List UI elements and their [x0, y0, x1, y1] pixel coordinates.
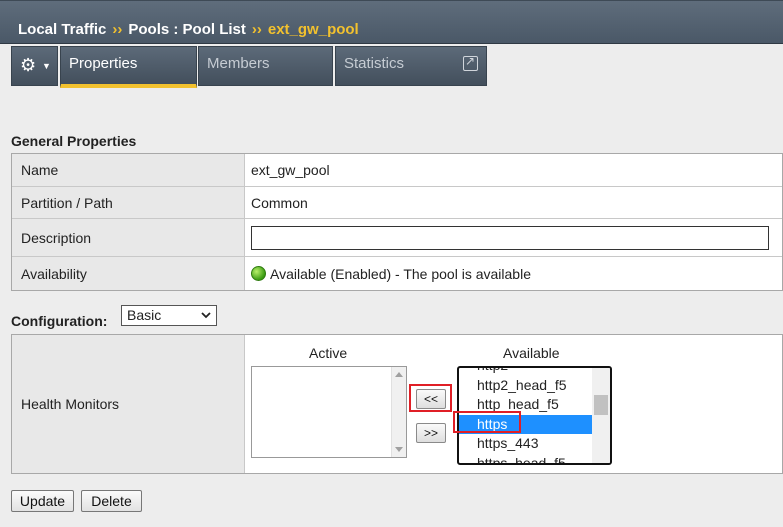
- partition-label: Partition / Path: [12, 187, 245, 218]
- scroll-up-icon[interactable]: [395, 372, 403, 377]
- chevron-down-icon: [201, 312, 211, 319]
- list-item[interactable]: http2_head_f5: [459, 376, 592, 396]
- breadcrumb-local-traffic[interactable]: Local Traffic: [18, 21, 106, 38]
- partition-value: Common: [251, 194, 308, 211]
- general-properties-heading: General Properties: [11, 133, 137, 149]
- title-bar: Local Traffic ›› Pools : Pool List ›› ext_gw…: [0, 0, 783, 44]
- scroll-thumb[interactable]: [594, 395, 608, 415]
- configuration-label: Configuration:: [11, 313, 108, 329]
- move-right-button[interactable]: >>: [416, 423, 446, 443]
- breadcrumb-pool-list[interactable]: Pools : Pool List: [128, 21, 246, 38]
- table-row: Description: [12, 219, 782, 257]
- active-monitors-list[interactable]: [251, 366, 407, 458]
- table-row: Partition / Path Common: [12, 187, 782, 219]
- tab-label: Properties: [69, 55, 138, 72]
- health-monitors-label: Health Monitors: [12, 335, 245, 473]
- scrollbar[interactable]: [592, 368, 610, 463]
- breadcrumb-current-pool: ext_gw_pool: [267, 21, 359, 38]
- scroll-down-icon[interactable]: [395, 447, 403, 452]
- availability-cell: Available (Enabled) - The pool is availa…: [245, 257, 782, 290]
- name-value: ext_gw_pool: [251, 162, 330, 178]
- breadcrumb-separator: ››: [112, 21, 123, 38]
- tab-label: Members: [207, 55, 270, 72]
- delete-button[interactable]: Delete: [81, 490, 142, 512]
- configuration-selected-value: Basic: [127, 307, 162, 323]
- active-heading: Active: [309, 345, 348, 361]
- scrollbar[interactable]: [391, 367, 406, 457]
- general-properties-table: Name ext_gw_pool Partition / Path Common…: [11, 153, 783, 291]
- description-label: Description: [12, 219, 245, 256]
- table-row: Name ext_gw_pool: [12, 154, 782, 187]
- available-heading: Available: [503, 345, 560, 361]
- highlight-box: [453, 411, 521, 433]
- description-cell: [245, 219, 782, 256]
- breadcrumb: Local Traffic ›› Pools : Pool List ›› ext_gw…: [18, 21, 359, 38]
- tab-members[interactable]: Members: [198, 46, 333, 86]
- tab-properties[interactable]: Properties: [60, 46, 197, 88]
- breadcrumb-separator: ››: [251, 21, 262, 38]
- list-item[interactable]: http2: [459, 368, 592, 376]
- name-label: Name: [12, 154, 245, 186]
- status-available-icon: [251, 266, 266, 281]
- health-monitors-cell: Active Available << >> http2 http2_head_…: [245, 335, 782, 473]
- gear-menu-button[interactable]: ⚙ ▼: [11, 46, 58, 86]
- tab-statistics[interactable]: Statistics: [335, 46, 487, 86]
- tab-label: Statistics: [344, 55, 405, 72]
- highlight-box: [409, 384, 452, 412]
- tab-strip: ⚙ ▼ Properties Members Statistics: [0, 44, 783, 88]
- configuration-select[interactable]: Basic: [121, 305, 217, 326]
- description-input[interactable]: [251, 225, 769, 250]
- table-row: Availability Available (Enabled) - The p…: [12, 257, 782, 290]
- popout-icon[interactable]: [463, 54, 478, 71]
- list-item[interactable]: https_443: [459, 434, 592, 454]
- availability-label: Availability: [12, 257, 245, 290]
- update-button[interactable]: Update: [11, 490, 74, 512]
- list-item[interactable]: https_head_f5: [459, 454, 592, 464]
- chevron-down-icon: ▼: [42, 61, 51, 71]
- availability-value: Available (Enabled) - The pool is availa…: [270, 265, 531, 282]
- gear-icon: ⚙: [20, 55, 37, 75]
- health-monitors-table: Health Monitors Active Available << >> h…: [11, 334, 783, 474]
